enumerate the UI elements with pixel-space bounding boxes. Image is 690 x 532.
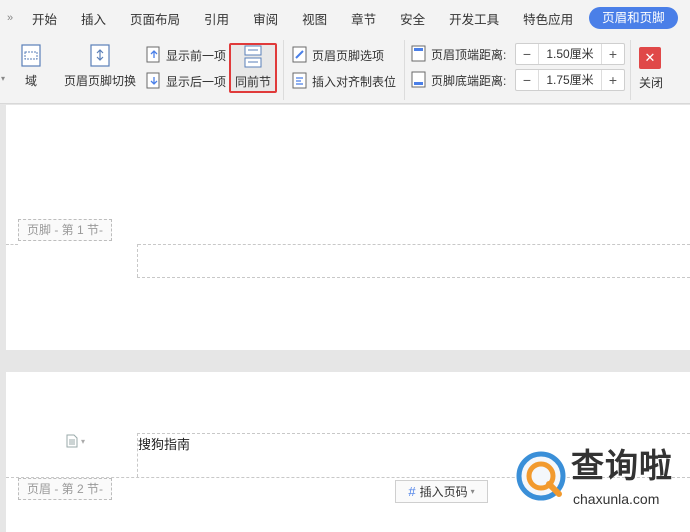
page-number-icon: # xyxy=(408,484,416,499)
header-top-distance-label: 页眉顶端距离: xyxy=(431,47,507,62)
close-label: 关闭 xyxy=(639,76,664,90)
footer-section-1-tag: 页脚 - 第 1 节- xyxy=(18,219,113,241)
chevron-down-icon[interactable]: ▾ xyxy=(81,437,85,446)
magnifier-q-icon xyxy=(516,451,566,501)
footer-bottom-distance-label-group: 页脚底端距离: xyxy=(411,70,506,90)
plus-icon[interactable]: + xyxy=(602,70,624,90)
menu-item-references[interactable]: 引用 xyxy=(192,9,241,28)
insert-align-tab-button[interactable]: 插入对齐制表位 xyxy=(292,71,396,91)
menu-item-security[interactable]: 安全 xyxy=(388,9,437,28)
watermark-logo: 查询啦 chaxunla.com xyxy=(515,446,690,510)
same-as-previous-icon xyxy=(244,45,262,68)
show-next-label: 显示后一项 xyxy=(166,74,227,89)
menu-item-review[interactable]: 审阅 xyxy=(241,9,290,28)
align-tab-icon xyxy=(292,72,307,89)
show-previous-label: 显示前一项 xyxy=(166,48,227,63)
field-button[interactable]: 域 xyxy=(17,44,45,89)
footer-left-margin-line xyxy=(137,244,138,277)
menu-item-start[interactable]: 开始 xyxy=(20,9,69,28)
insert-align-tab-label: 插入对齐制表位 xyxy=(312,74,397,89)
switch-icon xyxy=(90,44,110,67)
insert-page-number-button[interactable]: # 插入页码 ▾ xyxy=(395,480,488,503)
menu-item-page-layout[interactable]: 页面布局 xyxy=(118,9,192,28)
menu-item-sections[interactable]: 章节 xyxy=(339,9,388,28)
plus-icon[interactable]: + xyxy=(602,44,624,64)
minus-icon[interactable]: − xyxy=(516,70,538,90)
footer-bottom-distance-stepper[interactable]: − 1.75厘米 + xyxy=(515,69,625,91)
header-top-icon xyxy=(411,45,426,62)
header-top-distance-label-group: 页眉顶端距离: xyxy=(411,44,506,64)
field-label: 域 xyxy=(24,74,37,88)
header-footer-switch-label: 页眉页脚切换 xyxy=(63,74,136,88)
menu-item-view[interactable]: 视图 xyxy=(290,9,339,28)
minus-icon[interactable]: − xyxy=(516,44,538,64)
chevron-down-icon: ▾ xyxy=(470,487,475,496)
footer-bottom-line xyxy=(137,277,690,278)
header-footer-options-label: 页眉页脚选项 xyxy=(312,48,385,63)
footer-boundary-line xyxy=(6,244,18,245)
ribbon-separator xyxy=(404,40,405,100)
header-footer-text[interactable]: 搜狗指南 xyxy=(138,434,190,453)
header-footer-switch-button[interactable]: 页眉页脚切换 xyxy=(63,44,137,89)
same-as-previous-label: 同前节 xyxy=(234,75,271,89)
watermark-brand: 查询啦 xyxy=(571,446,673,485)
header-top-line xyxy=(137,433,690,434)
show-previous-button[interactable]: 显示前一项 xyxy=(146,45,226,65)
chevron-down-icon[interactable]: ▾ xyxy=(1,74,5,83)
tab-header-footer[interactable]: 页眉和页脚 xyxy=(589,7,678,29)
field-icon xyxy=(21,44,41,67)
close-icon: ✕ xyxy=(644,50,656,65)
ribbon-separator xyxy=(283,40,284,100)
menu-item-special-apps[interactable]: 特色应用 xyxy=(511,9,585,28)
footer-bottom-distance-label: 页脚底端距离: xyxy=(431,73,507,88)
document-icon[interactable]: ▾ xyxy=(66,434,85,448)
double-chevron-right-icon[interactable]: » xyxy=(0,12,20,24)
ribbon: ▾ 域 页眉页脚切换 显示前一项 显示后一项 页眉页脚选项 插入对齐制表位 页眉… xyxy=(0,36,690,104)
header-top-distance-stepper[interactable]: − 1.50厘米 + xyxy=(515,43,625,65)
show-next-icon xyxy=(146,72,160,89)
show-previous-icon xyxy=(146,46,160,63)
menu-item-insert[interactable]: 插入 xyxy=(69,9,118,28)
ribbon-separator xyxy=(630,40,631,100)
show-next-button[interactable]: 显示后一项 xyxy=(146,71,226,91)
footer-bottom-icon xyxy=(411,71,426,88)
options-icon xyxy=(292,46,307,63)
watermark-url: chaxunla.com xyxy=(573,491,660,507)
insert-page-number-label: 插入页码 xyxy=(419,485,468,499)
header-footer-options-button[interactable]: 页眉页脚选项 xyxy=(292,45,384,65)
footer-boundary-line xyxy=(138,244,690,245)
close-button[interactable]: ✕ xyxy=(639,47,661,69)
footer-bottom-distance-value[interactable]: 1.75厘米 xyxy=(538,70,602,90)
same-as-previous-button[interactable]: 同前节 xyxy=(231,45,275,90)
menu-item-developer[interactable]: 开发工具 xyxy=(437,9,511,28)
header-section-2-tag: 页眉 - 第 2 节- xyxy=(18,478,113,500)
menu-bar: » 开始 插入 页面布局 引用 审阅 视图 章节 安全 开发工具 特色应用 页眉… xyxy=(0,0,690,36)
header-top-distance-value[interactable]: 1.50厘米 xyxy=(538,44,602,64)
